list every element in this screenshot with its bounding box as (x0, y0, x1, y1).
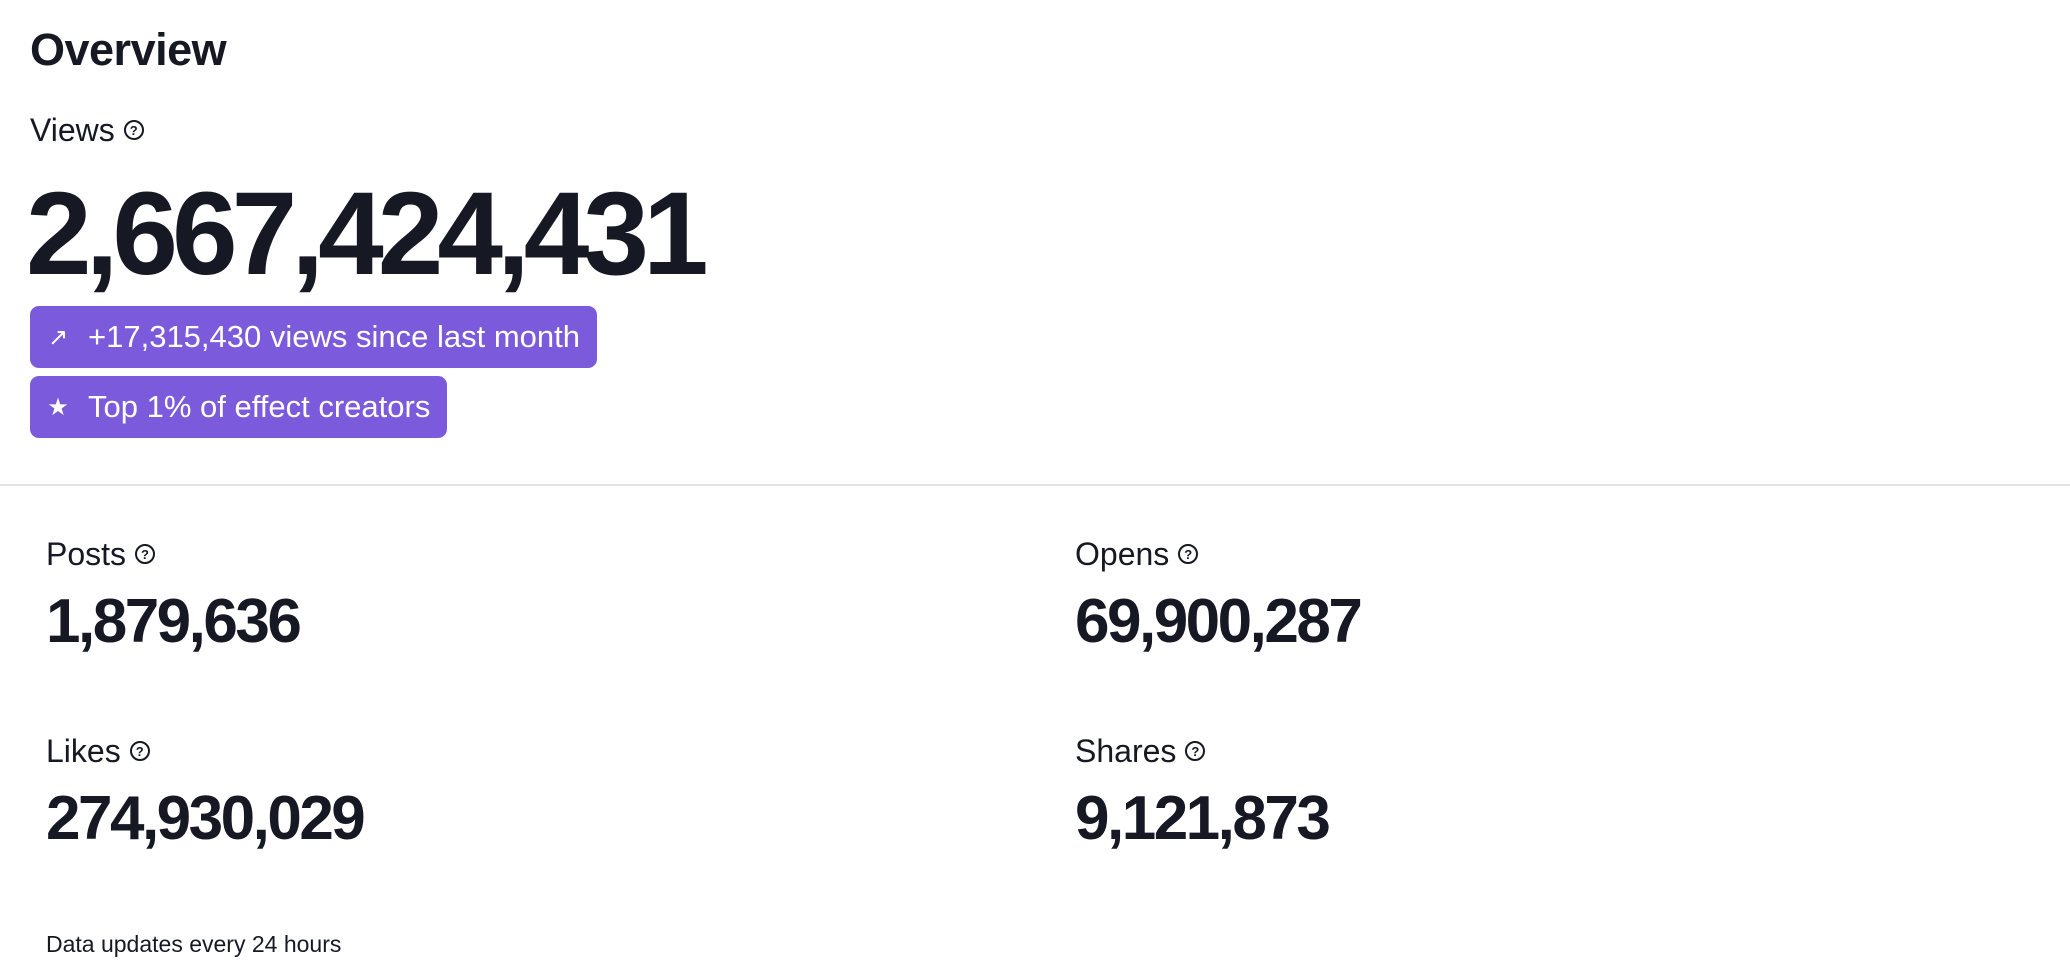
star-icon: ★ (47, 393, 69, 421)
posts-value: 1,879,636 (46, 587, 302, 656)
likes-label: Likes (46, 733, 121, 769)
data-update-note: Data updates every 24 hours (46, 931, 342, 957)
views-value: 2,667,424,431 (26, 168, 709, 300)
opens-stat: Opens ? 69,900,287 (1075, 534, 1975, 658)
rank-row: ★ Top 1% of effect creators (30, 368, 2040, 438)
section-divider (0, 484, 2070, 486)
posts-help-icon[interactable]: ? (135, 544, 156, 564)
views-label: Views (30, 112, 115, 148)
views-change-badge: ↗ +17,315,430 views since last month (30, 306, 597, 368)
views-section: Overview Views ? 2,667,424,431 ↗ +17,315… (0, 0, 2070, 460)
shares-label: Shares (1075, 733, 1177, 769)
views-label-row: Views ? (30, 110, 2040, 150)
opens-label: Opens (1075, 536, 1170, 572)
likes-stat: Likes ? 274,930,029 (46, 731, 946, 855)
shares-help-icon[interactable]: ? (1185, 741, 1206, 761)
arrow-up-right-icon: ↗ (47, 323, 69, 351)
likes-value: 274,930,029 (46, 784, 366, 853)
rank-text: Top 1% of effect creators (88, 389, 431, 424)
page-title: Overview (30, 24, 227, 75)
views-change-row: ↗ +17,315,430 views since last month (30, 298, 2040, 368)
rank-badge: ★ Top 1% of effect creators (30, 376, 448, 438)
opens-help-icon[interactable]: ? (1178, 544, 1199, 564)
shares-label-row: Shares ? (1075, 731, 1975, 771)
shares-value: 9,121,873 (1075, 784, 1331, 853)
posts-label-row: Posts ? (46, 534, 946, 574)
posts-stat: Posts ? 1,879,636 (46, 534, 946, 658)
likes-label-row: Likes ? (46, 731, 946, 771)
posts-label: Posts (46, 536, 127, 572)
overview-page: Overview Views ? 2,667,424,431 ↗ +17,315… (0, 0, 2070, 974)
views-change-text: +17,315,430 views since last month (88, 319, 580, 354)
opens-label-row: Opens ? (1075, 534, 1975, 574)
likes-help-icon[interactable]: ? (129, 741, 150, 761)
opens-value: 69,900,287 (1075, 587, 1363, 656)
shares-stat: Shares ? 9,121,873 (1075, 731, 1975, 855)
views-help-icon[interactable]: ? (123, 120, 144, 140)
